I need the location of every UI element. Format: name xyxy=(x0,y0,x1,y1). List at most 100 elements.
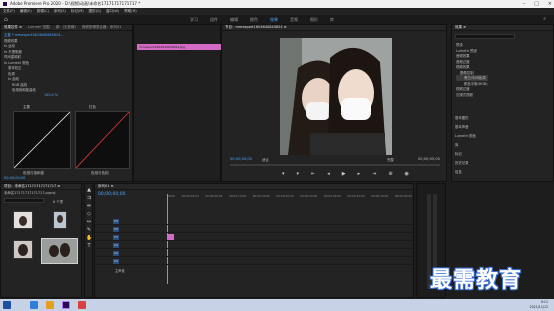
go-to-in-icon[interactable]: ⇤ xyxy=(311,171,315,177)
track-label-v1[interactable]: V1 xyxy=(113,235,119,240)
menu-marker[interactable]: 标记(M) xyxy=(71,9,84,14)
track-a2[interactable]: A2 xyxy=(95,250,413,257)
timeline-ruler[interactable]: 00;00 00;00;04;00 00;00;08;00 00;00;12;0… xyxy=(167,194,412,202)
tab-program[interactable]: 节目：mmexport1604640840624 ≡ xyxy=(225,25,287,30)
project-thumb-1[interactable] xyxy=(13,211,33,229)
panel-essential-sound[interactable]: 基本声音 xyxy=(455,122,476,131)
play-icon[interactable]: ▶ xyxy=(342,171,346,177)
clip-bar[interactable]: mmexport1604640840624.jpg xyxy=(137,44,221,50)
workspace-color[interactable]: 颜色 xyxy=(250,17,258,23)
red-curve-graph[interactable] xyxy=(75,111,130,169)
panel-libraries[interactable]: 库 xyxy=(455,140,476,149)
lift-icon[interactable]: ⊕ xyxy=(388,171,392,177)
tab-lumetri-scopes[interactable]: Lumetri 范围 xyxy=(28,25,50,30)
track-a1[interactable]: A1 xyxy=(95,242,413,249)
menu-graphics[interactable]: 图形(G) xyxy=(89,9,101,14)
workspace-graphics[interactable]: 图形 xyxy=(310,17,318,23)
ripple-edit-icon[interactable]: ⇹ xyxy=(86,203,92,209)
timeline-panel: 序列01 ≡ 00;00;00;00 00;00 00;00;04;00 00;… xyxy=(94,183,414,298)
effects-search-input[interactable] xyxy=(455,34,515,39)
tab-effect-controls[interactable]: 效果控件 ≡ xyxy=(4,25,22,30)
premiere-taskbar-icon[interactable] xyxy=(62,301,70,309)
close-button[interactable]: × xyxy=(548,1,552,7)
workspace-assembly[interactable]: 组件 xyxy=(210,17,218,23)
track-a3[interactable]: A3 xyxy=(95,258,413,265)
minimize-button[interactable]: – xyxy=(523,1,526,7)
razor-tool-icon[interactable]: ◇ xyxy=(86,211,92,217)
folder-icon[interactable] xyxy=(46,301,54,309)
go-to-out-icon[interactable]: ⇥ xyxy=(372,171,376,177)
export-frame-icon[interactable]: ◉ xyxy=(405,171,409,177)
tab-project[interactable]: 项目：未命名17171717171717 ≡ xyxy=(4,184,60,189)
menu-file[interactable]: 文件(F) xyxy=(3,9,15,14)
menu-help[interactable]: 帮助(H) xyxy=(124,9,136,14)
workspace-effects[interactable]: 效果 xyxy=(270,17,278,23)
tree-immersive[interactable]: 沉浸式视频 xyxy=(456,92,488,98)
fit-dropdown[interactable]: 适合 xyxy=(262,157,269,162)
value-readout[interactable]: 100.0 % xyxy=(4,93,129,99)
tab-audio-mixer[interactable]: 音频剪辑混合器：序列01 xyxy=(82,25,121,30)
ruler-2: 00;00;08;00 xyxy=(205,194,223,198)
track-select-icon[interactable]: ⇉ xyxy=(86,195,92,201)
tab-sequence[interactable]: 序列01 ≡ xyxy=(98,184,114,189)
menu-sequence[interactable]: 序列(S) xyxy=(54,9,66,14)
ruler-6: 00;00;24;00 xyxy=(300,194,318,198)
timeline-timecode[interactable]: 00;00;00;00 xyxy=(98,192,125,197)
hand-tool-icon[interactable]: ✋ xyxy=(86,235,92,241)
ruler-7: 00;00;28;00 xyxy=(323,194,341,198)
menu-window[interactable]: 窗口(W) xyxy=(106,9,119,14)
workspace-libraries[interactable]: 库 xyxy=(330,17,334,23)
workspace-audio[interactable]: 音频 xyxy=(290,17,298,23)
selection-tool-icon[interactable]: ▲ xyxy=(86,187,92,193)
curve-label-master: 主要 xyxy=(23,105,30,109)
watermark-text: 最需教育 xyxy=(430,267,523,293)
step-forward-icon[interactable]: ▸ xyxy=(358,171,361,177)
project-thumb-2[interactable] xyxy=(53,211,67,229)
tab-effects[interactable]: 效果 ≡ xyxy=(455,25,466,30)
track-label-v2[interactable]: V2 xyxy=(113,227,119,232)
track-v2[interactable]: V2 xyxy=(95,226,413,233)
mark-out-icon[interactable]: ▾ xyxy=(297,171,300,177)
project-thumb-4[interactable] xyxy=(41,238,78,264)
program-scrubber[interactable] xyxy=(230,164,440,166)
panel-essential-graphics[interactable]: 基本图形 xyxy=(455,113,476,122)
track-label-a1[interactable]: A1 xyxy=(113,243,119,248)
search-icon[interactable]: ⌕ xyxy=(543,16,546,22)
quality-dropdown[interactable]: 完整 xyxy=(387,157,394,162)
timeline-clip[interactable] xyxy=(168,234,174,240)
master-curve-graph[interactable] xyxy=(13,111,71,169)
track-label-a3[interactable]: A3 xyxy=(113,259,119,264)
panel-markers[interactable]: 标记 xyxy=(455,149,476,158)
tab-source[interactable]: 源：(无剪辑) xyxy=(56,25,76,30)
panel-lumetri-color[interactable]: Lumetri 颜色 xyxy=(455,131,476,140)
track-label-a2[interactable]: A2 xyxy=(113,251,119,256)
panel-history[interactable]: 历史记录 xyxy=(455,158,476,167)
track-label-v3[interactable]: V3 xyxy=(113,219,119,224)
ruler-3: 00;00;12;00 xyxy=(229,194,247,198)
workspace-editing[interactable]: 编辑 xyxy=(230,17,238,23)
workspace-learn[interactable]: 学习 xyxy=(190,17,198,23)
ruler-8: 00;00;32;00 xyxy=(347,194,365,198)
step-back-icon[interactable]: ◂ xyxy=(327,171,330,177)
ruler-1: 00;00;04;00 xyxy=(181,194,199,198)
track-v3[interactable]: V3 xyxy=(95,218,413,225)
start-button-icon[interactable] xyxy=(3,301,11,309)
effect-controls-timecode[interactable]: 00;00;00;00 xyxy=(4,176,25,180)
ruler-4: 00;00;16;00 xyxy=(252,194,270,198)
type-tool-icon[interactable]: T xyxy=(86,243,92,249)
browser-icon[interactable] xyxy=(30,301,38,309)
master-curve-line xyxy=(13,111,71,169)
pen-tool-icon[interactable]: ✎ xyxy=(86,227,92,233)
mark-in-icon[interactable]: ▾ xyxy=(282,171,285,177)
slip-tool-icon[interactable]: ↔ xyxy=(86,219,92,225)
panel-info[interactable]: 信息 xyxy=(455,167,476,176)
project-search-input[interactable] xyxy=(4,198,44,203)
menu-clip[interactable]: 剪辑(C) xyxy=(37,9,49,14)
track-v1[interactable]: V1 xyxy=(95,234,413,241)
home-icon[interactable]: ⌂ xyxy=(4,16,8,23)
maximize-button[interactable]: □ xyxy=(534,1,539,7)
menu-edit[interactable]: 编辑(E) xyxy=(20,9,32,14)
project-thumb-3[interactable] xyxy=(13,240,33,259)
app-taskbar-icon[interactable] xyxy=(78,301,86,309)
program-timecode[interactable]: 00;00;00;00 xyxy=(230,157,252,161)
